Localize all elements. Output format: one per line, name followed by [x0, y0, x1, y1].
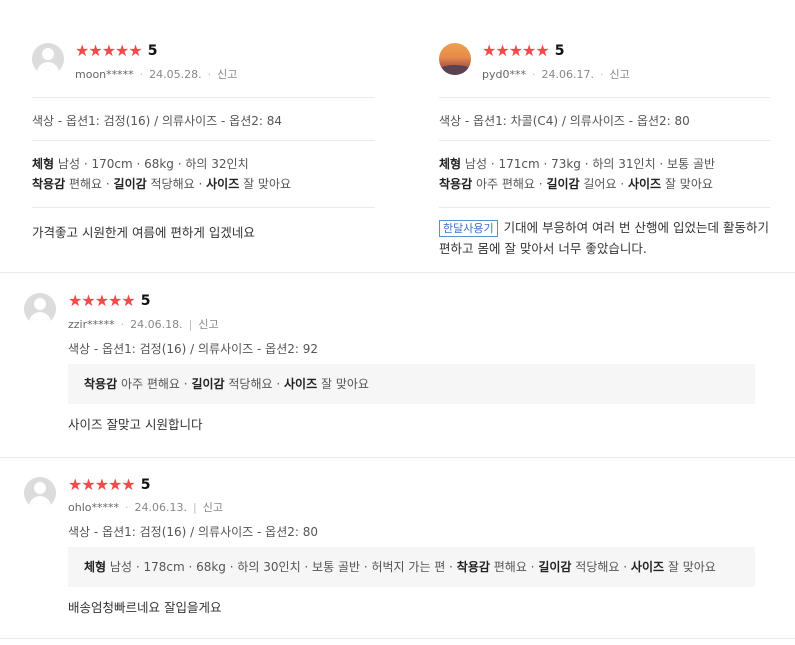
divider: [439, 207, 770, 208]
rating-stars: ★★★★★ 5: [75, 41, 158, 60]
product-option: 색상 - 옵션1: 검정(16) / 의류사이즈 - 옵션2: 80: [68, 525, 318, 539]
avatar: [24, 477, 56, 509]
review-text: 배송엄청빠르네요 잘입을게요: [68, 600, 222, 615]
review-meta: zzir***** · 24.06.18. | 신고: [68, 316, 219, 332]
product-option: 색상 - 옵션1: 검정(16) / 의류사이즈 - 옵션2: 92: [68, 342, 318, 356]
month-use-badge: 한달사용기: [439, 220, 498, 237]
report-link[interactable]: 신고: [217, 66, 237, 82]
star-icon: ★★★★★: [482, 41, 550, 60]
report-link[interactable]: 신고: [198, 316, 218, 332]
product-option: 색상 - 옵션1: 차콜(C4) / 의류사이즈 - 옵션2: 80: [439, 114, 690, 128]
review-text: 사이즈 잘맞고 시원합니다: [68, 417, 203, 432]
star-icon: ★★★★★: [68, 291, 136, 310]
rating-stars: ★★★★★ 5: [68, 475, 151, 494]
review-date: 24.06.17.: [541, 67, 594, 81]
divider: [439, 140, 770, 141]
avatar: [439, 43, 471, 75]
rating-score: 5: [140, 477, 151, 493]
review-date: 24.06.13.: [134, 500, 187, 514]
star-icon: ★★★★★: [68, 475, 136, 494]
review-meta: ohlo***** · 24.06.13. | 신고: [68, 499, 223, 515]
review-text: 한달사용기 기대에 부응하여 여러 번 산행에 입었는데 활동하기 편하고 몸에 …: [439, 220, 769, 256]
section-divider: [0, 457, 795, 458]
reviewer-spec: 체형 남성 · 170cm · 68kg · 하의 32인치 착용감 편해요 ·…: [32, 157, 292, 191]
review-date: 24.06.18.: [130, 317, 183, 331]
rating-stars: ★★★★★ 5: [68, 291, 151, 310]
rating-score: 5: [140, 293, 151, 309]
section-divider: [0, 272, 795, 273]
reviewer-spec: 착용감 아주 편해요 · 길이감 적당해요 · 사이즈 잘 맞아요: [84, 377, 369, 391]
reviewer-spec: 체형 남성 · 178cm · 68kg · 하의 30인치 · 보통 골반 ·…: [84, 560, 716, 574]
divider: [32, 207, 375, 208]
reviewer-spec: 체형 남성 · 171cm · 73kg · 하의 31인치 · 보통 골반 착…: [439, 157, 716, 191]
username: pyd0***: [482, 67, 526, 81]
divider: [32, 97, 375, 98]
divider: [439, 97, 770, 98]
username: ohlo*****: [68, 500, 119, 514]
rating-score: 5: [147, 43, 158, 59]
avatar: [32, 43, 64, 75]
rating-stars: ★★★★★ 5: [482, 41, 565, 60]
report-link[interactable]: 신고: [203, 499, 223, 515]
username: zzir*****: [68, 317, 115, 331]
review-date: 24.05.28.: [149, 67, 202, 81]
report-link[interactable]: 신고: [609, 66, 629, 82]
review-meta: pyd0*** · 24.06.17. · 신고: [482, 66, 630, 82]
section-divider: [0, 638, 795, 639]
review-meta: moon***** · 24.05.28. · 신고: [75, 66, 238, 82]
avatar: [24, 293, 56, 325]
product-option: 색상 - 옵션1: 검정(16) / 의류사이즈 - 옵션2: 84: [32, 114, 282, 128]
rating-score: 5: [554, 43, 565, 59]
divider: [32, 140, 375, 141]
star-icon: ★★★★★: [75, 41, 143, 60]
review-text: 가격좋고 시원한게 여름에 편하게 입겠네요: [32, 225, 255, 240]
username: moon*****: [75, 67, 134, 81]
